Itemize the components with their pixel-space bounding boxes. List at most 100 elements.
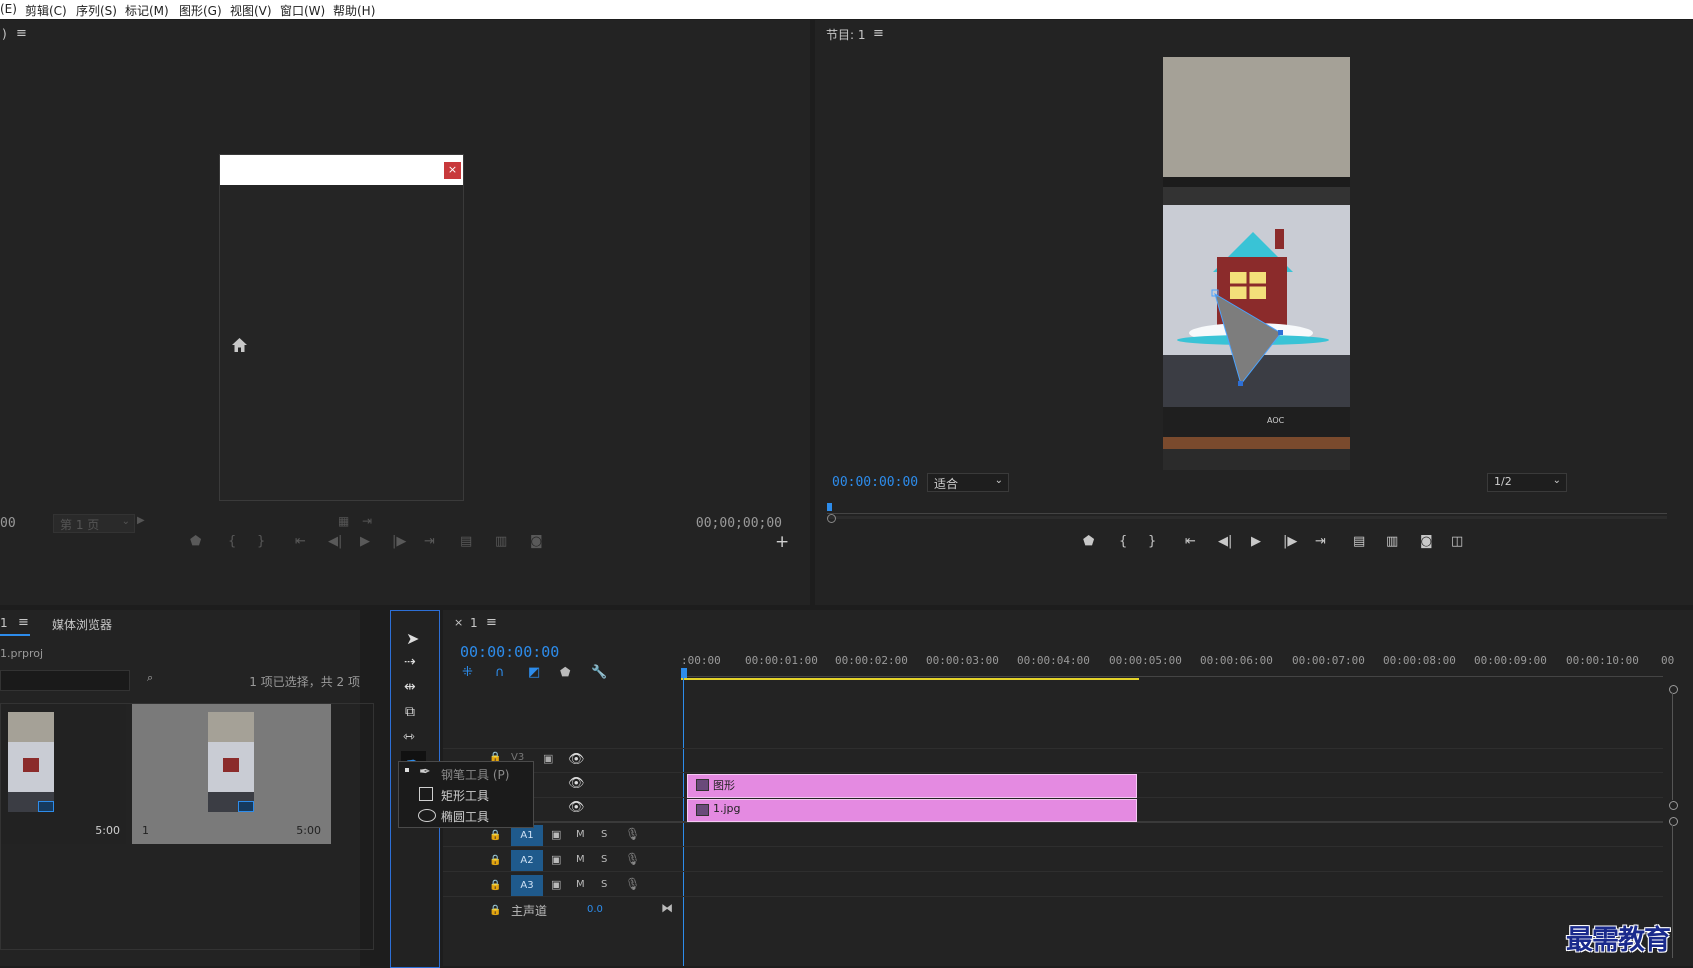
insert-clip-icon[interactable]: ▤: [460, 534, 472, 549]
insert-icon[interactable]: ⇥: [362, 514, 372, 528]
program-timecode[interactable]: 00:00:00:00: [832, 475, 918, 490]
mute-button[interactable]: M: [576, 854, 585, 865]
nest-sequence-icon[interactable]: ⁜: [462, 665, 473, 680]
panel-menu-icon[interactable]: ≡: [16, 26, 27, 41]
timeline-clip-image[interactable]: 1.jpg: [687, 799, 1137, 822]
flyout-item-ellipse[interactable]: 椭圆工具: [399, 805, 533, 825]
project-item[interactable]: 5:00: [1, 704, 126, 844]
home-icon[interactable]: [231, 337, 248, 356]
solo-button[interactable]: S: [601, 879, 607, 890]
panel-menu-icon[interactable]: ≡: [873, 26, 884, 41]
resolution-select[interactable]: 1/2 ⌄: [1487, 473, 1567, 492]
mark-out-icon[interactable]: }: [1148, 534, 1156, 549]
scroll-handle[interactable]: [1669, 801, 1678, 810]
ripple-edit-tool-icon[interactable]: ⇹: [404, 679, 416, 695]
panel-menu-icon[interactable]: ≡: [486, 615, 497, 630]
go-to-in-icon[interactable]: ⇤: [1185, 534, 1196, 549]
work-area-bar[interactable]: [681, 678, 1139, 680]
close-tab-icon[interactable]: ×: [454, 616, 463, 629]
tab-media-browser[interactable]: 媒体浏览器: [52, 616, 112, 633]
track-target-a1[interactable]: A1: [511, 825, 543, 846]
go-to-end-icon[interactable]: ⧓: [661, 901, 673, 915]
menu-edit[interactable]: (E): [0, 2, 17, 16]
go-to-in-icon[interactable]: ⇤: [295, 534, 306, 549]
eye-icon[interactable]: 👁: [568, 800, 585, 815]
scroll-handle[interactable]: [1669, 817, 1678, 826]
menu-help[interactable]: 帮助(H): [333, 2, 375, 19]
zoom-bar[interactable]: [827, 516, 1667, 519]
track-target-a2[interactable]: A2: [511, 850, 543, 871]
zoom-handle[interactable]: [827, 514, 836, 523]
go-to-out-icon[interactable]: ⇥: [1315, 534, 1326, 549]
playhead-marker[interactable]: [827, 503, 832, 511]
menu-marker[interactable]: 标记(M): [125, 2, 169, 19]
program-mini-ruler[interactable]: [827, 503, 1667, 523]
menu-sequence[interactable]: 序列(S): [76, 2, 117, 19]
lock-icon[interactable]: 🔒: [489, 905, 501, 916]
wrench-icon[interactable]: 🔧: [591, 665, 607, 680]
page-select[interactable]: 第 1 页 ⌄: [53, 514, 135, 533]
extract-icon[interactable]: ▥: [1386, 534, 1398, 549]
track-select-tool-icon[interactable]: ⇢: [404, 654, 416, 670]
mark-in-icon[interactable]: {: [228, 534, 236, 549]
scrollbar-track[interactable]: [1672, 693, 1673, 800]
eye-icon[interactable]: 👁: [568, 776, 585, 791]
menu-graphics[interactable]: 图形(G): [179, 2, 222, 19]
timeline-clip-graphic[interactable]: 图形: [687, 774, 1137, 798]
step-back-icon[interactable]: ◀|: [1218, 534, 1232, 549]
solo-button[interactable]: S: [601, 829, 607, 840]
add-button-icon[interactable]: +: [775, 532, 789, 552]
scroll-handle[interactable]: [1669, 685, 1678, 694]
sync-lock-icon[interactable]: ▣: [543, 752, 553, 765]
microphone-icon[interactable]: 🎙: [625, 827, 640, 841]
step-forward-icon[interactable]: |▶: [1283, 534, 1297, 549]
mark-in-icon[interactable]: {: [1119, 534, 1127, 549]
play-icon[interactable]: ▶: [360, 534, 370, 549]
solo-button[interactable]: S: [601, 854, 607, 865]
project-item-selected[interactable]: 1 5:00: [132, 704, 331, 844]
step-back-icon[interactable]: ◀|: [328, 534, 342, 549]
snap-magnet-icon[interactable]: ∩: [495, 665, 505, 680]
mute-button[interactable]: M: [576, 829, 585, 840]
mute-button[interactable]: M: [576, 879, 585, 890]
slip-tool-icon[interactable]: ⇿: [403, 729, 415, 745]
sync-lock-icon[interactable]: ▣: [551, 828, 561, 841]
microphone-icon[interactable]: 🎙: [625, 877, 640, 891]
sync-lock-icon[interactable]: ▣: [551, 878, 561, 891]
sync-lock-icon[interactable]: ▣: [551, 853, 561, 866]
camera-icon[interactable]: ◙: [1420, 534, 1433, 549]
master-volume-value[interactable]: 0.0: [587, 904, 603, 915]
flyout-item-rectangle[interactable]: 矩形工具: [399, 784, 533, 804]
go-to-out-icon[interactable]: ⇥: [424, 534, 435, 549]
menu-window[interactable]: 窗口(W): [280, 2, 325, 19]
camera-icon[interactable]: ◙: [530, 534, 543, 549]
panel-menu-icon[interactable]: ≡: [18, 615, 29, 630]
flyout-item-pen[interactable]: ✒ 钢笔工具 (P): [399, 763, 533, 783]
selection-tool-icon[interactable]: ➤: [406, 629, 419, 648]
find-icon[interactable]: ⌕: [147, 671, 153, 685]
video-preview[interactable]: AOC: [1163, 57, 1350, 470]
lock-icon[interactable]: 🔒: [489, 830, 501, 841]
lock-icon[interactable]: 🔒: [489, 880, 501, 891]
compare-view-icon[interactable]: ◫: [1451, 534, 1463, 549]
eye-icon[interactable]: 👁: [568, 752, 585, 767]
dialog-close-button[interactable]: ×: [444, 162, 461, 179]
menu-clip[interactable]: 剪辑(C): [25, 2, 67, 19]
timeline-timecode[interactable]: 00:00:00:00: [460, 643, 559, 661]
add-marker-icon[interactable]: ⬟: [190, 534, 201, 549]
razor-tool-icon[interactable]: ⧉: [405, 704, 415, 720]
next-page-icon[interactable]: ▶: [137, 515, 145, 526]
menu-view[interactable]: 视图(V): [230, 2, 272, 19]
timeline-tab[interactable]: 1: [470, 616, 478, 630]
linked-selection-icon[interactable]: ◩: [528, 665, 540, 680]
search-input[interactable]: [0, 670, 130, 691]
overwrite-clip-icon[interactable]: ▥: [495, 534, 507, 549]
fit-select[interactable]: 适合 ⌄: [927, 473, 1009, 492]
track-target-a3[interactable]: A3: [511, 875, 543, 896]
step-forward-icon[interactable]: |▶: [392, 534, 406, 549]
add-marker-icon[interactable]: ⬟: [1083, 534, 1094, 549]
mark-out-icon[interactable]: }: [257, 534, 265, 549]
lift-icon[interactable]: ▤: [1353, 534, 1365, 549]
project-tab[interactable]: 1: [0, 616, 8, 630]
playhead-handle[interactable]: [681, 668, 687, 678]
